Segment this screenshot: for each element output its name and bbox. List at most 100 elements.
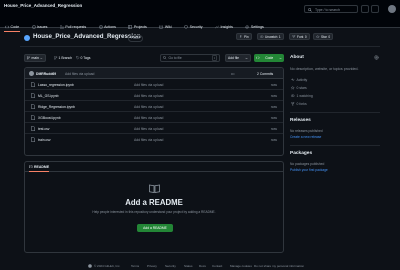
search-icon: [163, 56, 167, 60]
visibility-badge: Public: [128, 34, 143, 42]
eye-icon: [291, 94, 295, 98]
file-date: now: [270, 126, 277, 131]
tab-security[interactable]: Security: [183, 23, 203, 32]
star-icon: [291, 86, 295, 90]
file-name[interactable]: ML_GS.ipynb: [38, 94, 59, 98]
pulse-icon: [291, 78, 295, 82]
releases-heading[interactable]: Releases: [290, 118, 311, 123]
chevron-down-icon: [245, 57, 248, 59]
star-button[interactable]: Star 0: [313, 33, 334, 40]
global-header: House_Price_Advanced_Regression Type / t…: [0, 0, 400, 32]
user-avatar[interactable]: [388, 5, 396, 13]
commit-author-avatar[interactable]: [29, 71, 34, 76]
chevron-down-icon: [279, 57, 282, 59]
breadcrumb-repo[interactable]: House_Price_Advanced_Regression: [4, 3, 82, 8]
title-divider: [20, 46, 380, 47]
file-row[interactable]: XGBoost.ipynb Add files via upload now: [25, 112, 283, 123]
file-icon: [31, 137, 35, 142]
file-date: now: [270, 115, 277, 120]
tab-insights[interactable]: Insights: [214, 23, 234, 32]
file-name[interactable]: Ridge_Regression.ipynb: [38, 105, 75, 109]
commit-message[interactable]: Add files via upload: [65, 72, 94, 76]
file-date: now: [270, 104, 277, 109]
footer-link-docs[interactable]: Docs: [199, 264, 206, 268]
about-description: No description, website, or topics provi…: [290, 67, 359, 71]
file-row[interactable]: ML_GS.ipynb Add files via upload now: [25, 90, 283, 101]
pin-icon: [239, 35, 242, 39]
file-row[interactable]: Lasso_regression.ipynb Add files via upl…: [25, 79, 283, 90]
commits-link[interactable]: 2 Commits: [257, 72, 273, 76]
footer-link-privacy-choices[interactable]: Do not share my personal information: [254, 264, 304, 268]
add-readme-button[interactable]: Add a README: [137, 224, 173, 232]
file-row[interactable]: Ridge_Regression.ipynb Add files via upl…: [25, 101, 283, 112]
readme-tab[interactable]: README: [29, 165, 50, 172]
tab-pull-requests[interactable]: Pull requests: [59, 23, 87, 32]
footer-link-cookies[interactable]: Manage cookies: [230, 264, 252, 268]
footer-link-contact[interactable]: Contact: [212, 264, 222, 268]
tab-code[interactable]: Code: [4, 23, 21, 32]
tab-issues[interactable]: Issues: [31, 23, 49, 32]
forks-link[interactable]: 0 forks: [291, 102, 307, 106]
global-search-input[interactable]: Type / to search: [304, 5, 358, 13]
publish-package-link[interactable]: Publish your first package: [290, 168, 328, 172]
file-row[interactable]: test.csv Add files via upload now: [25, 123, 283, 134]
file-name[interactable]: train.csv: [38, 138, 51, 142]
footer-link-terms[interactable]: Terms: [131, 264, 139, 268]
readme-panel: README Add a README Help people interest…: [24, 161, 284, 253]
branch-selector[interactable]: main: [24, 54, 46, 62]
book-icon: [149, 184, 160, 193]
search-icon: [308, 7, 312, 12]
code-icon: [256, 56, 260, 60]
file-commit-message[interactable]: Add files via upload: [134, 94, 163, 98]
packages-heading[interactable]: Packages: [290, 151, 312, 156]
table-icon: [128, 25, 133, 29]
create-release-link[interactable]: Create a new release: [290, 135, 321, 139]
fork-button[interactable]: Fork 0: [289, 33, 310, 40]
file-commit-message[interactable]: Add files via upload: [134, 127, 163, 131]
tags-link[interactable]: 0 Tags: [76, 56, 90, 60]
tab-wiki[interactable]: Wiki: [158, 23, 172, 32]
owner-avatar[interactable]: [24, 35, 30, 41]
pin-button[interactable]: Pin: [236, 33, 252, 40]
footer-link-privacy[interactable]: Privacy: [147, 264, 157, 268]
tab-actions[interactable]: Actions: [98, 23, 117, 32]
commit-author[interactable]: DMRRudd69: [36, 72, 56, 76]
file-commit-message[interactable]: Add files via upload: [134, 116, 163, 120]
branch-icon: [27, 56, 30, 60]
add-file-button[interactable]: Add file: [225, 54, 251, 62]
sidebar-divider: [290, 112, 380, 113]
fork-icon: [291, 102, 295, 106]
branches-link[interactable]: 1 Branch: [54, 56, 72, 60]
tab-settings[interactable]: Settings: [244, 23, 265, 32]
commit-hash[interactable]: •••: [231, 72, 235, 76]
issue-icon: [31, 25, 36, 29]
book-icon: [159, 25, 164, 29]
go-to-file-input[interactable]: Go to file t: [160, 54, 220, 62]
footer-link-security[interactable]: Security: [165, 264, 176, 268]
footer-link-status[interactable]: Status: [184, 264, 193, 268]
activity-link[interactable]: Activity: [291, 78, 307, 82]
releases-text: No releases published: [290, 129, 323, 133]
tab-projects[interactable]: Projects: [127, 23, 147, 32]
file-commit-message[interactable]: Add files via upload: [134, 138, 163, 142]
repo-name[interactable]: House_Price_Advanced_Regression: [33, 33, 141, 40]
file-name[interactable]: test.csv: [38, 127, 50, 131]
play-icon: [98, 25, 103, 29]
file-date: now: [270, 93, 277, 98]
stars-link[interactable]: 0 stars: [291, 86, 307, 90]
code-button[interactable]: Code: [254, 54, 284, 62]
graph-icon: [215, 25, 219, 29]
watchers-link[interactable]: 1 watching: [291, 94, 313, 98]
file-name[interactable]: Lasso_regression.ipynb: [38, 83, 74, 87]
readme-empty-description: Help people interested in this repositor…: [92, 210, 216, 214]
unwatch-button[interactable]: Unwatch 1: [257, 33, 284, 40]
file-commit-message[interactable]: Add files via upload: [134, 83, 163, 87]
gear-icon[interactable]: [374, 55, 379, 60]
inbox-icon[interactable]: [371, 5, 379, 13]
about-heading: About: [290, 55, 304, 60]
copilot-icon[interactable]: [361, 5, 369, 13]
file-row[interactable]: train.csv Add files via upload now: [25, 134, 283, 145]
file-name[interactable]: XGBoost.ipynb: [38, 116, 61, 120]
file-commit-message[interactable]: Add files via upload: [134, 105, 163, 109]
footer-copyright: © 2024 GitHub, Inc.: [94, 264, 121, 268]
